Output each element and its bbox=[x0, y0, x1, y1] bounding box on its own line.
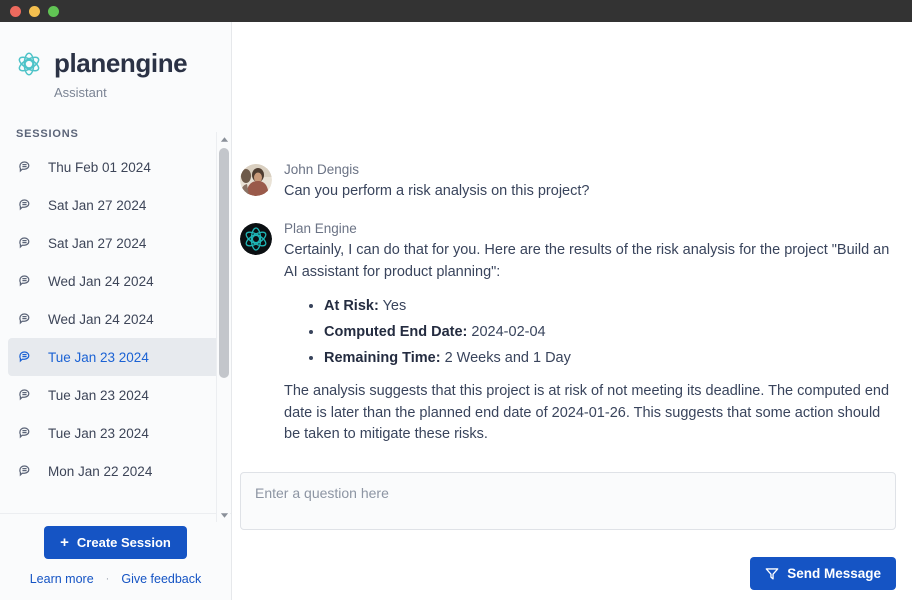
session-item[interactable]: Tue Jan 23 2024 bbox=[8, 414, 223, 452]
brand-block: planengine Assistant bbox=[0, 22, 231, 100]
session-list: Thu Feb 01 2024 Sat Jan 27 2024 Sat Jan 27… bbox=[0, 148, 231, 514]
send-message-label: Send Message bbox=[787, 566, 881, 581]
session-item-label: Sat Jan 27 2024 bbox=[48, 197, 147, 213]
session-item-label: Wed Jan 24 2024 bbox=[48, 311, 154, 327]
comment-icon bbox=[18, 387, 34, 403]
message-paragraph: Can you perform a risk analysis on this … bbox=[284, 183, 590, 200]
comment-icon bbox=[18, 349, 34, 365]
session-item[interactable]: Sat Jan 27 2024 bbox=[8, 224, 223, 262]
comment-icon bbox=[18, 311, 34, 327]
session-item-label: Sat Jan 27 2024 bbox=[48, 235, 147, 251]
comment-icon bbox=[18, 273, 34, 289]
maximize-button[interactable] bbox=[48, 5, 59, 17]
footer-links: Learn more · Give feedback bbox=[0, 572, 231, 586]
session-item-label: Tue Jan 23 2024 bbox=[48, 387, 149, 403]
atom-icon bbox=[14, 49, 44, 79]
comment-icon bbox=[18, 235, 34, 251]
sidebar: planengine Assistant SESSIONS Thu Feb 01… bbox=[0, 22, 232, 600]
create-session-button[interactable]: + Create Session bbox=[44, 526, 187, 559]
close-button[interactable] bbox=[10, 5, 21, 17]
session-item[interactable]: Tue Jan 23 2024 bbox=[8, 338, 223, 376]
send-message-button[interactable]: Send Message bbox=[750, 557, 896, 590]
result-bullet: At Risk: Yes bbox=[324, 296, 896, 317]
result-bullet: Remaining Time: 2 Weeks and 1 Day bbox=[324, 348, 896, 369]
footer-separator: · bbox=[105, 573, 110, 585]
scrollbar-thumb[interactable] bbox=[219, 148, 229, 378]
app-window: planengine Assistant SESSIONS Thu Feb 01… bbox=[0, 0, 912, 600]
session-item-label: Tue Jan 23 2024 bbox=[48, 349, 149, 365]
message-text: Certainly, I can do that for you. Here a… bbox=[284, 240, 896, 446]
give-feedback-link[interactable]: Give feedback bbox=[121, 572, 201, 586]
create-session-label: Create Session bbox=[76, 535, 171, 550]
session-item[interactable]: Tue Jan 23 2024 bbox=[8, 376, 223, 414]
comment-icon bbox=[18, 425, 34, 441]
minimize-button[interactable] bbox=[29, 5, 40, 17]
plus-icon: + bbox=[60, 534, 69, 551]
session-item-label: Wed Jan 24 2024 bbox=[48, 273, 154, 289]
result-bullet-label: Computed End Date: bbox=[324, 323, 468, 340]
session-item-label: Mon Jan 22 2024 bbox=[48, 463, 153, 479]
message-text: Can you perform a risk analysis on this … bbox=[284, 181, 896, 203]
sessions-header: SESSIONS bbox=[16, 128, 79, 140]
composer-actions: Send Message bbox=[240, 557, 896, 590]
brand-subtitle: Assistant bbox=[54, 85, 107, 100]
send-icon bbox=[765, 567, 779, 581]
question-input[interactable] bbox=[240, 472, 896, 530]
main-panel: John Dengis Can you perform a risk analys… bbox=[232, 22, 912, 600]
scroll-down-arrow-icon[interactable] bbox=[217, 508, 231, 522]
message-author: Plan Engine bbox=[284, 221, 357, 237]
result-bullet-label: Remaining Time: bbox=[324, 349, 441, 366]
comment-icon bbox=[18, 197, 34, 213]
result-bullet-label: At Risk: bbox=[324, 297, 379, 314]
session-item[interactable]: Sat Jan 27 2024 bbox=[8, 186, 223, 224]
session-item-label: Tue Jan 23 2024 bbox=[48, 425, 149, 441]
session-item[interactable]: Mon Jan 22 2024 bbox=[8, 452, 223, 490]
session-item-label: Thu Feb 01 2024 bbox=[48, 159, 151, 175]
chat-message: Plan Engine Certainly, I can do that for … bbox=[240, 221, 896, 446]
chat-message: John Dengis Can you perform a risk analys… bbox=[240, 162, 896, 203]
title-bar bbox=[0, 0, 912, 22]
session-item[interactable]: Wed Jan 24 2024 bbox=[8, 300, 223, 338]
result-bullet-value: 2024-02-04 bbox=[471, 323, 546, 340]
comment-icon bbox=[18, 159, 34, 175]
composer: Send Message bbox=[240, 472, 896, 600]
message-author: John Dengis bbox=[284, 162, 360, 178]
chat-scroll-area[interactable]: John Dengis Can you perform a risk analys… bbox=[240, 22, 896, 472]
sidebar-scrollbar[interactable] bbox=[216, 132, 230, 522]
atom-avatar bbox=[240, 223, 272, 256]
brand-name: planengine bbox=[54, 48, 188, 78]
result-bullet-value: 2 Weeks and 1 Day bbox=[444, 349, 571, 366]
sidebar-footer: + Create Session Learn more · Give feedb… bbox=[0, 514, 231, 600]
message-body: John Dengis Can you perform a risk analys… bbox=[284, 162, 896, 203]
learn-more-link[interactable]: Learn more bbox=[30, 572, 94, 586]
message-body: Plan Engine Certainly, I can do that for … bbox=[284, 221, 896, 446]
result-bullet: Computed End Date: 2024-02-04 bbox=[324, 322, 896, 343]
scroll-up-arrow-icon[interactable] bbox=[217, 132, 231, 146]
comment-icon bbox=[18, 463, 34, 479]
result-bullet-list: At Risk: Yes Computed End Date: 2024-02-0… bbox=[284, 296, 896, 369]
session-item[interactable]: Thu Feb 01 2024 bbox=[8, 148, 223, 186]
message-paragraph: The analysis suggests that this project … bbox=[284, 382, 890, 443]
session-item[interactable]: Wed Jan 24 2024 bbox=[8, 262, 223, 300]
message-paragraph: Certainly, I can do that for you. Here a… bbox=[284, 242, 890, 280]
result-bullet-value: Yes bbox=[382, 297, 407, 314]
app-body: planengine Assistant SESSIONS Thu Feb 01… bbox=[0, 22, 912, 600]
user-photo-avatar bbox=[240, 164, 272, 197]
message-list: John Dengis Can you perform a risk analys… bbox=[240, 162, 896, 464]
